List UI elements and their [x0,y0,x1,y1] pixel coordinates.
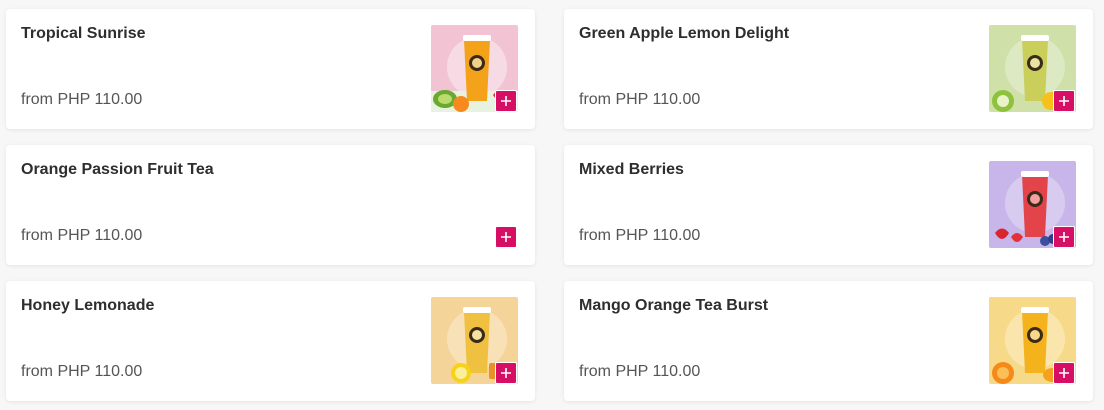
product-title: Green Apple Lemon Delight [579,25,790,42]
plus-icon [501,368,511,378]
product-title: Mango Orange Tea Burst [579,297,769,314]
plus-icon [1059,368,1069,378]
product-card[interactable]: Mixed Berries from PHP 110.00 [564,145,1093,265]
plus-icon [1059,232,1069,242]
product-price: from PHP 110.00 [21,227,143,244]
product-price: from PHP 110.00 [21,363,143,380]
add-button[interactable] [495,362,517,384]
product-card[interactable]: Green Apple Lemon Delight from PHP 110.0… [564,9,1093,129]
product-title: Mixed Berries [579,161,684,178]
product-title: Orange Passion Fruit Tea [21,161,214,178]
product-card[interactable]: Mango Orange Tea Burst from PHP 110.00 [564,281,1093,401]
product-grid: Tropical Sunrise from PHP 110.00 Green A… [0,0,1104,410]
plus-icon [1059,96,1069,106]
product-price: from PHP 110.00 [579,227,701,244]
add-button[interactable] [495,90,517,112]
product-card[interactable]: Tropical Sunrise from PHP 110.00 [6,9,535,129]
plus-icon [501,232,511,242]
add-button[interactable] [1053,362,1075,384]
product-title: Tropical Sunrise [21,25,146,42]
product-price: from PHP 110.00 [579,363,701,380]
add-button[interactable] [495,226,517,248]
product-card[interactable]: Honey Lemonade from PHP 110.00 [6,281,535,401]
product-price: from PHP 110.00 [21,91,143,108]
add-button[interactable] [1053,90,1075,112]
plus-icon [501,96,511,106]
product-price: from PHP 110.00 [579,91,701,108]
add-button[interactable] [1053,226,1075,248]
product-title: Honey Lemonade [21,297,155,314]
product-card[interactable]: Orange Passion Fruit Tea from PHP 110.00 [6,145,535,265]
